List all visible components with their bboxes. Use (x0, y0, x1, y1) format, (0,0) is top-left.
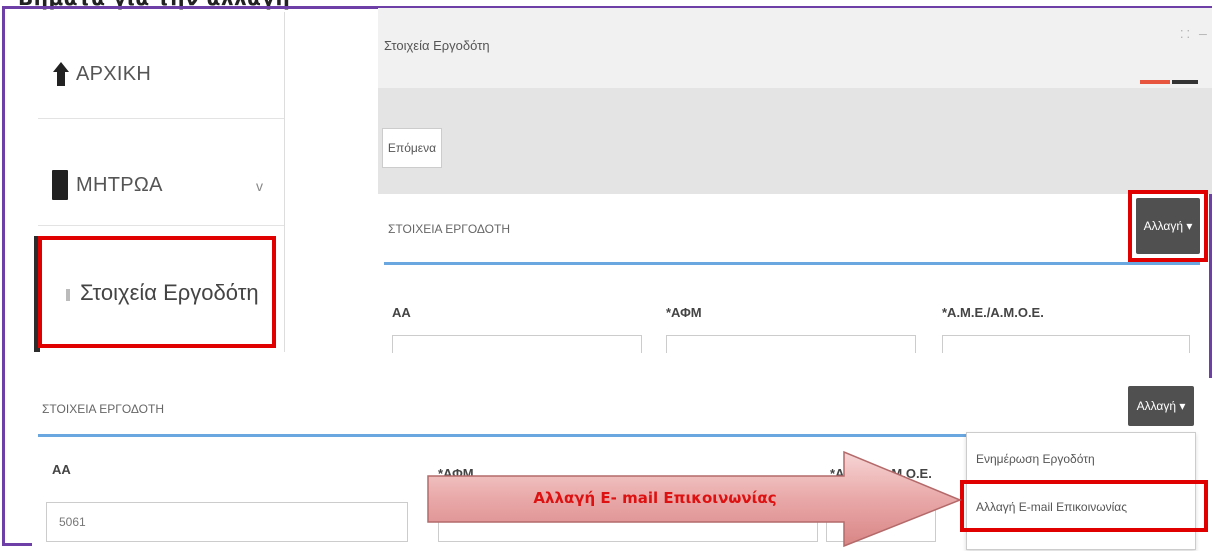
highlight-box-employer (38, 236, 276, 348)
panel-title: Στοιχεία Εργοδότη (384, 38, 490, 53)
sidebar-item-registers[interactable]: ΜΗΤΡΩΑ (52, 170, 163, 200)
callout-label: Αλλαγή Ε- mail Επικοινωνίας (533, 489, 777, 507)
chevron-down-icon[interactable]: v (256, 178, 263, 194)
aa-field[interactable]: 5061 (46, 502, 408, 542)
section-divider (384, 262, 1200, 265)
accent-stripe (1172, 80, 1198, 84)
highlight-box-change (1128, 190, 1208, 262)
field-label-ame: *Α.Μ.Ε./Α.Μ.Ο.Ε. (942, 305, 1044, 320)
panel-controls-icon[interactable]: ⁚⁚ ─ (1180, 28, 1210, 41)
divider (38, 118, 284, 119)
afm-field[interactable] (666, 335, 916, 353)
panel-header (378, 8, 1212, 89)
accent-stripe (1140, 80, 1170, 84)
aa-field[interactable] (392, 335, 642, 353)
employer-details-panel (382, 194, 1204, 344)
highlight-box-change-email (960, 480, 1208, 532)
sidebar-item-home[interactable]: ΑΡΧΙΚΗ (52, 60, 151, 88)
menu-item-update-employer[interactable]: Ενημέρωση Εργοδότη (976, 452, 1095, 466)
panel-toolbar (378, 88, 1212, 194)
sidebar-item-label: ΜΗΤΡΩΑ (76, 173, 163, 196)
divider (38, 225, 284, 226)
book-icon (52, 170, 68, 200)
sidebar-item-label: ΑΡΧΙΚΗ (76, 62, 152, 85)
section-title: ΣΤΟΙΧΕΙΑ ΕΡΓΟΔΟΤΗ (388, 222, 511, 236)
field-label-afm: *ΑΦΜ (666, 305, 702, 320)
section-title: ΣΤΟΙΧΕΙΑ ΕΡΓΟΔΟΤΗ (42, 402, 165, 416)
home-icon (53, 62, 69, 86)
change-button[interactable]: Αλλαγή ▾ (1128, 386, 1194, 426)
field-label-aa: ΑΑ (392, 305, 411, 320)
field-label-aa: ΑΑ (52, 462, 71, 477)
tab-next[interactable]: Επόμενα (382, 128, 442, 168)
ame-field[interactable] (942, 335, 1190, 353)
